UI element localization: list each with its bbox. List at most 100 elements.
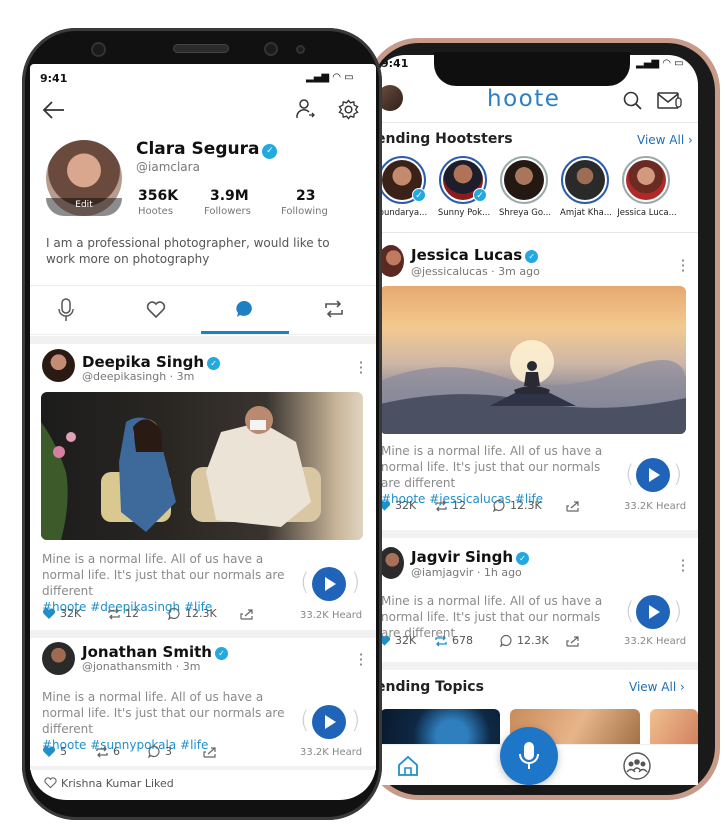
story-item[interactable]: Amjat Kha... (560, 156, 612, 218)
story-item[interactable]: ✓ oundarya... (378, 156, 428, 218)
profile-name: Clara Segura ✓ (136, 139, 278, 159)
back-phone-notch (434, 52, 630, 86)
story-item[interactable]: ✓ Sunny Pok... (438, 156, 490, 218)
app-logo: hoote (487, 86, 561, 112)
header-divider (375, 122, 698, 123)
stat-following-value[interactable]: 23 (296, 188, 315, 204)
home-icon[interactable] (396, 754, 420, 778)
search-icon[interactable] (622, 90, 644, 112)
profile-bio: I am a professional photographer, would … (46, 236, 330, 266)
status-icons: ▂▄▆ ◠ ▭ (636, 58, 684, 69)
meditation-scene (380, 340, 686, 434)
comment-stat[interactable]: 12.3K (492, 499, 542, 513)
trending-topics-title: ending Topics (376, 679, 484, 695)
mic-icon[interactable] (58, 298, 74, 322)
share-icon[interactable] (566, 635, 581, 647)
share-icon[interactable] (240, 608, 255, 620)
liked-notice: Krishna Kumar Liked (44, 777, 174, 790)
post-avatar[interactable] (42, 349, 75, 382)
repost-stat[interactable]: 12 (434, 499, 466, 512)
play-button[interactable] (636, 595, 670, 629)
heard-count: 33.2K Heard (300, 747, 363, 758)
trending-topics-view-all[interactable]: View All › (629, 680, 685, 694)
comment-stat[interactable]: 12.3K (167, 607, 217, 621)
audio-wave-right: ) (351, 568, 361, 596)
comment-stat[interactable]: 3 (147, 745, 172, 759)
verified-badge-icon: ✓ (207, 357, 221, 370)
status-icons: ▂▄▆ ◠ ▭ (306, 72, 354, 83)
chat-icon[interactable] (235, 299, 255, 319)
heart-icon[interactable] (146, 301, 166, 319)
repost-stat[interactable]: 12 (107, 607, 139, 620)
stat-followers-value[interactable]: 3.9M (210, 188, 249, 204)
post-avatar[interactable] (42, 642, 75, 675)
post-handle: @jessicalucas · 3m ago (411, 265, 540, 278)
repost-icon (435, 500, 447, 512)
profile-share-icon[interactable] (295, 98, 315, 120)
audio-wave-left: ( (300, 706, 310, 734)
edit-avatar-label[interactable]: Edit (46, 198, 122, 216)
front-speaker (173, 44, 229, 53)
audio-wave-left: ( (300, 568, 310, 596)
audio-wave-right: ) (673, 460, 683, 488)
verified-badge-icon: ✓ (214, 647, 228, 660)
front-sensor (296, 45, 305, 54)
photo-two-people (41, 406, 321, 540)
comment-stat[interactable]: 12.3K (499, 634, 549, 648)
comment-icon (492, 499, 505, 513)
repost-icon (435, 635, 447, 647)
post-image[interactable] (380, 286, 686, 434)
community-icon[interactable] (621, 752, 653, 780)
audio-wave-right: ) (673, 597, 683, 625)
more-options-icon[interactable]: · · · (680, 253, 686, 279)
repost-stat[interactable]: 678 (434, 634, 473, 647)
active-tab-indicator (201, 331, 289, 334)
heard-count: 33.2K Heard (624, 636, 687, 647)
comment-icon (499, 634, 512, 648)
like-stat[interactable]: 32K (378, 499, 416, 512)
trending-hootsters-view-all[interactable]: View All › (637, 133, 693, 147)
play-button[interactable] (312, 705, 346, 739)
heard-count: 33.2K Heard (624, 501, 687, 512)
comment-icon (167, 607, 180, 621)
record-mic-button[interactable] (500, 727, 558, 785)
verified-badge-icon: ✓ (525, 250, 539, 263)
more-options-icon[interactable]: · · · (680, 553, 686, 579)
repost-stat[interactable]: 6 (95, 745, 120, 758)
post-separator (30, 766, 376, 770)
mail-mic-icon[interactable] (657, 90, 683, 112)
share-icon[interactable] (566, 500, 581, 512)
back-arrow-icon[interactable] (42, 100, 66, 120)
story-item[interactable]: Jessica Luca... (617, 156, 677, 218)
audio-wave-left: ( (625, 597, 635, 625)
like-stat[interactable]: 32K (378, 634, 416, 647)
post-text: Mine is a normal life. All of us have a … (42, 690, 285, 752)
post-handle: @iamjagvir · 1h ago (411, 566, 522, 579)
stat-hootes-value[interactable]: 356K (138, 188, 178, 204)
like-stat[interactable]: 5 (42, 745, 67, 758)
share-icon[interactable] (203, 746, 218, 758)
heart-filled-icon (42, 608, 56, 619)
post-author-name[interactable]: Jagvir Singh ✓ (411, 548, 530, 566)
heard-count: 33.2K Heard (300, 610, 363, 621)
post-author-name[interactable]: Jessica Lucas ✓ (411, 246, 539, 264)
play-button[interactable] (312, 567, 346, 601)
post-author-name[interactable]: Deepika Singh ✓ (82, 353, 221, 371)
repost-icon (108, 608, 120, 620)
status-time: 9:41 (40, 72, 68, 85)
post-author-name[interactable]: Jonathan Smith ✓ (82, 643, 228, 661)
story-item[interactable]: Shreya Go... (499, 156, 551, 218)
stat-followers-label: Followers (204, 206, 251, 217)
mic-icon (519, 742, 539, 769)
post-image[interactable] (41, 392, 363, 540)
heart-outline-icon (44, 777, 57, 789)
settings-gear-icon[interactable] (338, 99, 359, 120)
section-gap (30, 336, 376, 344)
repost-icon[interactable] (323, 300, 345, 318)
more-options-icon[interactable]: · · · (358, 647, 364, 673)
more-options-icon[interactable]: · · · (358, 355, 364, 381)
like-stat[interactable]: 32K (42, 607, 81, 620)
verified-badge-icon: ✓ (262, 144, 278, 159)
heart-filled-icon (42, 746, 56, 757)
play-button[interactable] (636, 458, 670, 492)
